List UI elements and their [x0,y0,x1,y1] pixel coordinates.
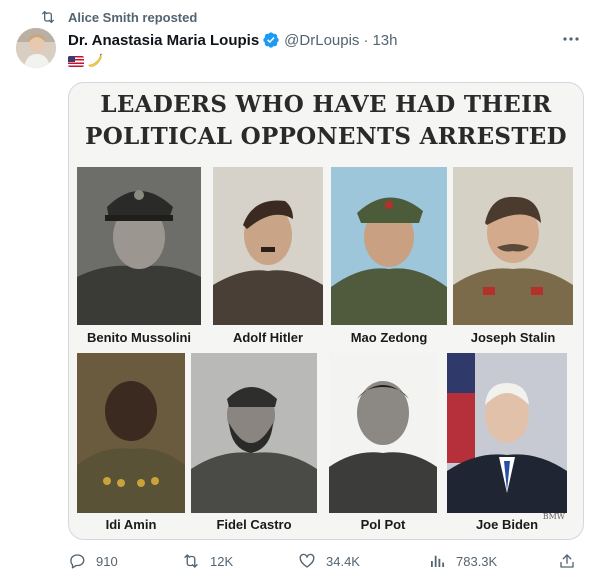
like-button[interactable]: 34.4K [298,552,360,570]
author-name[interactable]: Dr. Anastasia Maria Loupis [68,32,259,49]
portrait-photo [447,353,567,513]
portrait-photo [191,353,317,513]
leader-caption: Pol Pot [360,517,406,532]
leader-caption: Idi Amin [105,517,157,532]
like-count: 34.4K [326,553,360,569]
analytics-icon [431,555,445,567]
portrait-photo [453,167,573,325]
avatar[interactable] [16,28,56,68]
portrait-photo [77,353,185,513]
leader-caption: Joseph Stalin [470,330,556,345]
repost-count: 12K [210,553,234,569]
repost-icon [42,11,54,23]
leader-caption: Mao Zedong [350,330,428,345]
image-title-line-2: POLITICAL OPPONENTS ARRESTED [85,123,567,150]
portrait-photo [213,167,323,325]
leader-caption: Adolf Hitler [232,330,304,345]
repost-button[interactable]: 12K [182,552,233,570]
repost-icon [184,554,198,568]
post-image[interactable]: LEADERS WHO HAVE HAD THEIR POLITICAL OPP… [68,82,584,540]
reply-count: 910 [96,553,118,569]
separator-dot: · [363,31,369,49]
repost-indicator: Alice Smith reposted [40,8,197,26]
image-title-line-1: LEADERS WHO HAVE HAD THEIR [100,91,552,118]
heart-icon [299,553,315,568]
leader-caption: Benito Mussolini [87,330,191,345]
repost-text[interactable]: Alice Smith reposted [68,10,197,25]
banana-icon [88,53,102,67]
reply-icon [70,554,85,569]
portrait-photo [329,353,437,513]
share-button[interactable] [558,552,586,570]
us-flag-icon [68,55,84,67]
post-timestamp[interactable]: 13h [372,32,397,49]
view-count: 783.3K [456,553,498,569]
portrait-photo [331,167,447,325]
reply-button[interactable]: 910 [68,552,118,570]
share-icon [560,554,574,568]
post-text [68,52,104,70]
leader-caption: Fidel Castro [216,517,292,532]
more-options-icon[interactable] [562,32,580,46]
verified-badge-icon[interactable] [262,31,280,49]
portrait-photo [77,167,201,325]
post-header: Dr. Anastasia Maria Loupis @DrLoupis · 1… [68,30,397,50]
author-handle[interactable]: @DrLoupis [284,32,359,49]
image-watermark: BMW [542,512,565,521]
action-bar: 910 12K 34.4K 783.3K [68,552,582,574]
views-button[interactable]: 783.3K [428,552,497,570]
